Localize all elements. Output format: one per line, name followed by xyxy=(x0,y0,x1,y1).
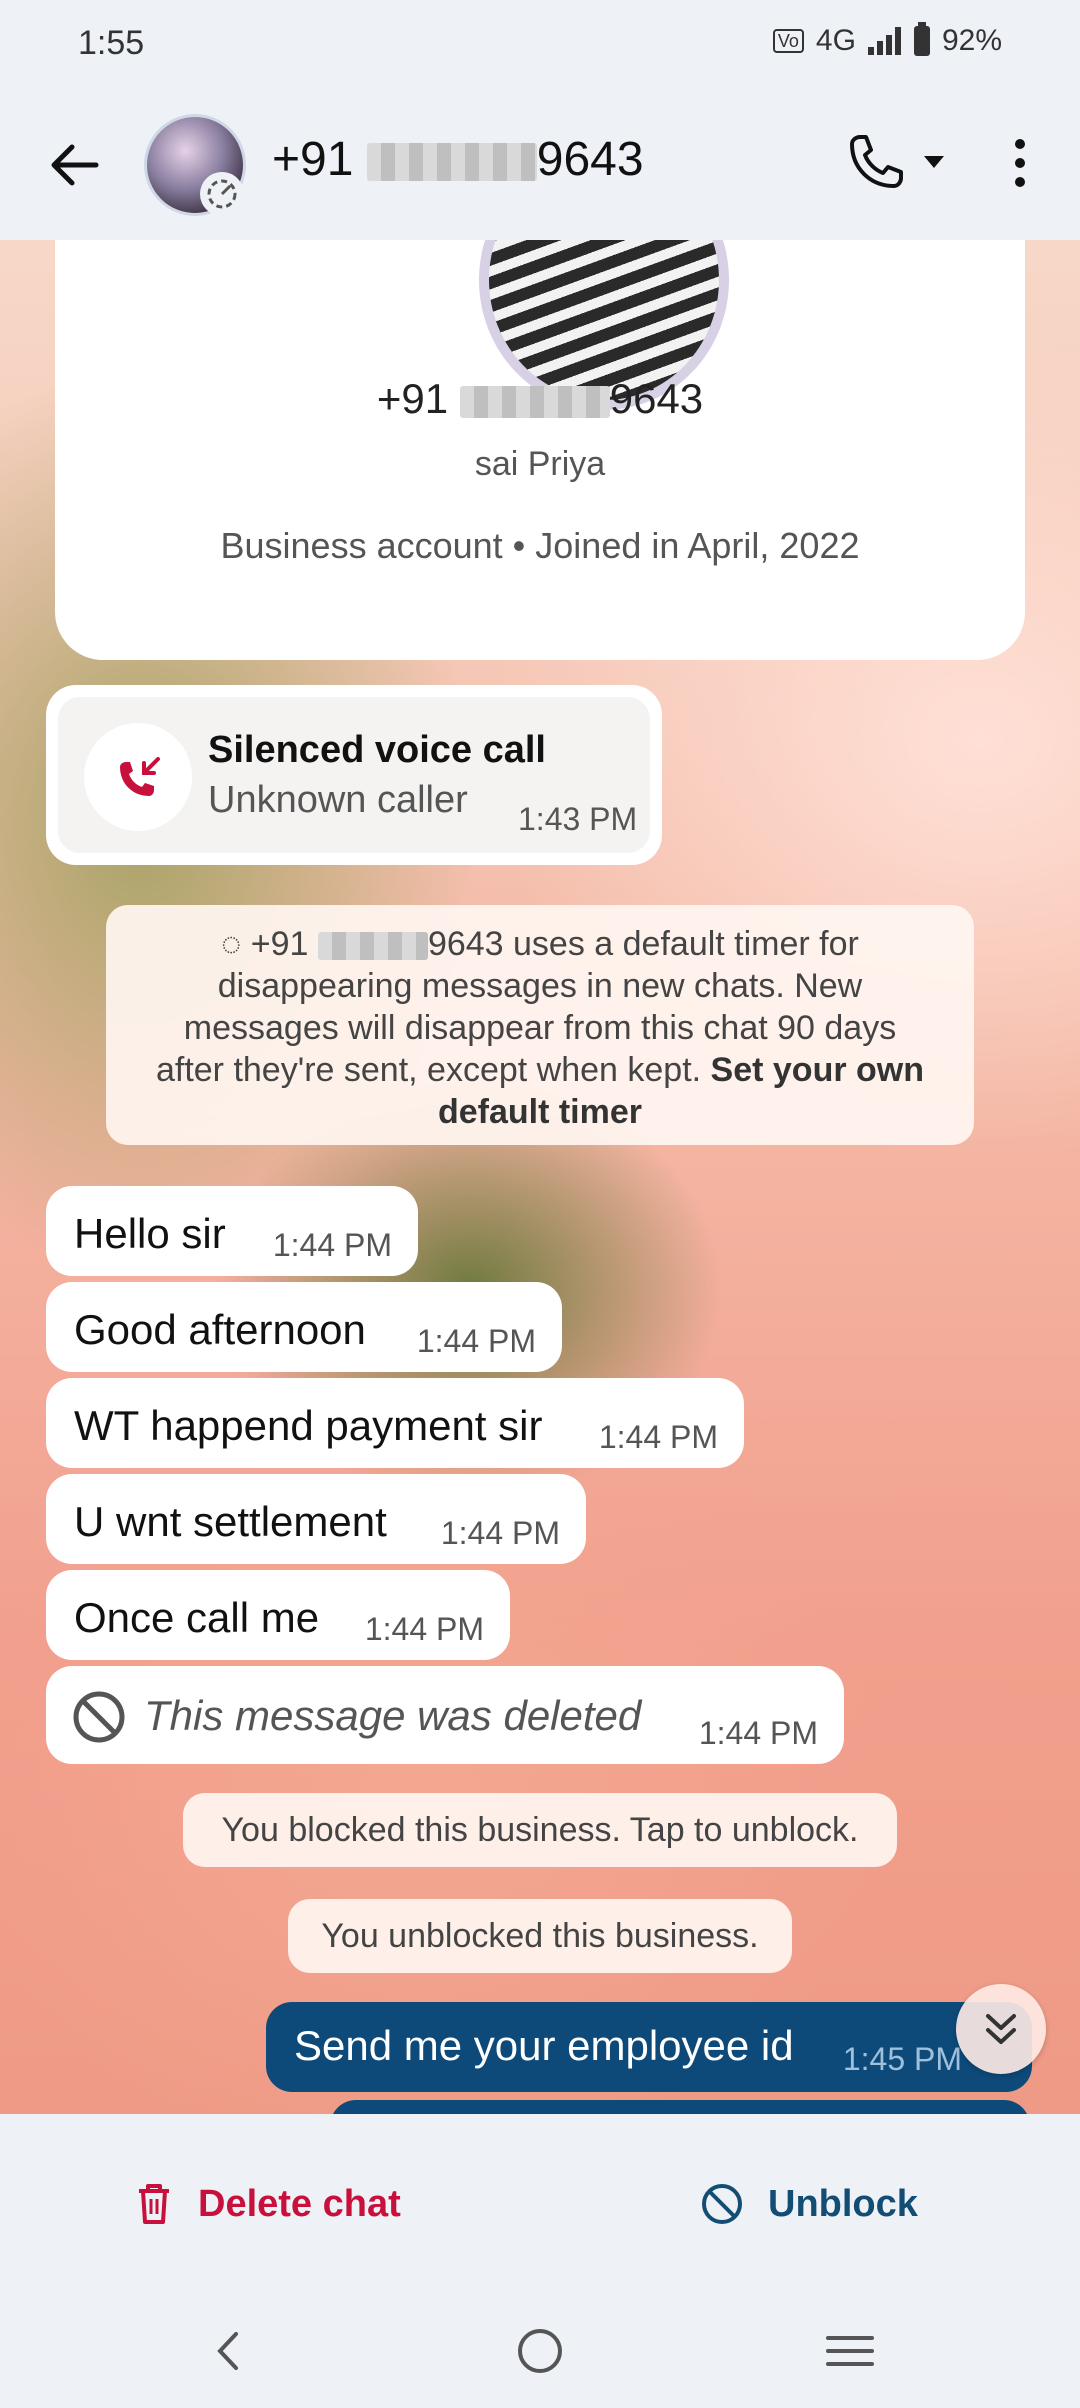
deleted-icon xyxy=(73,1691,125,1743)
outgoing-message[interactable]: Send me your employee id 1:45 PM xyxy=(266,2002,1032,2092)
profile-card: +91 9643 sai Priya Business account • Jo… xyxy=(55,240,1025,660)
title-country-code: +91 xyxy=(272,133,354,186)
call-log-subtitle: Unknown caller xyxy=(208,779,468,821)
profile-info: Business account • Joined in April, 2022 xyxy=(220,525,860,566)
message-time: 1:45 PM xyxy=(842,2041,962,2077)
more-options-button[interactable] xyxy=(1000,128,1040,198)
redacted-number xyxy=(366,143,537,182)
message-time: 1:44 PM xyxy=(598,1419,718,1455)
network-label: 4G xyxy=(815,24,856,57)
redacted-number xyxy=(317,932,428,961)
redacted-number xyxy=(459,385,610,418)
system-nav-bar xyxy=(0,2294,1080,2408)
battery-level: 92% xyxy=(941,24,1002,57)
status-time: 1:55 xyxy=(78,24,145,62)
message-text: This message was deleted xyxy=(144,1692,642,1739)
disappearing-timer-notice[interactable]: ◌ +91 9643 uses a default timer for disa… xyxy=(106,905,974,1145)
unblock-button[interactable]: Unblock xyxy=(700,2174,918,2234)
signal-icon xyxy=(867,27,902,55)
deleted-message-bubble[interactable]: This message was deleted 1:44 PM xyxy=(46,1666,844,1764)
blocked-notice[interactable]: You blocked this business. Tap to unbloc… xyxy=(183,1793,897,1867)
trash-icon xyxy=(139,2184,169,2224)
message-bubble[interactable]: Hello sir 1:44 PM xyxy=(46,1186,418,1276)
disappearing-timer-icon xyxy=(200,172,244,216)
message-time: 1:44 PM xyxy=(272,1227,392,1263)
nav-back-icon[interactable] xyxy=(204,2326,254,2376)
timer-small-icon: ◌ xyxy=(221,925,242,963)
call-log-time: 1:43 PM xyxy=(518,801,638,837)
outgoing-message-partial[interactable] xyxy=(330,2100,1030,2114)
message-bubble[interactable]: Once call me 1:44 PM xyxy=(46,1570,510,1660)
profile-phone-prefix: +91 xyxy=(376,375,449,422)
arrow-left-icon xyxy=(51,144,99,186)
chat-header: +91 9643 xyxy=(0,90,1080,240)
call-log-inner: Silenced voice call Unknown caller 1:43 … xyxy=(58,697,650,853)
battery-icon xyxy=(913,22,930,56)
message-time: 1:44 PM xyxy=(364,1611,484,1647)
notice-phone-prefix: +91 xyxy=(250,925,309,963)
message-text: WT happend payment sir xyxy=(74,1402,543,1449)
message-time: 1:44 PM xyxy=(698,1715,818,1751)
nav-home-icon[interactable] xyxy=(515,2326,565,2376)
unblocked-notice: You unblocked this business. xyxy=(288,1899,792,1973)
double-chevron-down-icon xyxy=(986,2014,1016,2044)
message-text: Good afternoon xyxy=(74,1306,366,1353)
delete-chat-button[interactable]: Delete chat xyxy=(136,2174,401,2234)
block-icon xyxy=(702,2184,742,2224)
scroll-to-bottom-button[interactable] xyxy=(956,1984,1046,2074)
more-vert-icon xyxy=(1015,139,1025,187)
status-bar: 1:55 Vo 4G 92% xyxy=(0,0,1080,90)
notice-phone-suffix: 9643 xyxy=(427,925,504,963)
status-icons: Vo 4G 92% xyxy=(772,22,1002,58)
profile-phone-suffix: 9643 xyxy=(609,375,704,422)
message-text: Hello sir xyxy=(74,1210,226,1257)
message-time: 1:44 PM xyxy=(440,1515,560,1551)
message-text: Once call me xyxy=(74,1594,320,1641)
contact-title[interactable]: +91 9643 xyxy=(272,132,644,187)
message-text: Send me your employee id xyxy=(294,2022,794,2069)
title-number-end: 9643 xyxy=(536,133,644,186)
volte-icon: Vo xyxy=(772,29,804,53)
voice-call-button[interactable] xyxy=(840,128,960,198)
message-bubble[interactable]: Good afternoon 1:44 PM xyxy=(46,1282,562,1372)
message-bubble[interactable]: WT happend payment sir 1:44 PM xyxy=(46,1378,744,1468)
profile-phone: +91 9643 xyxy=(55,375,1025,423)
phone-icon xyxy=(850,135,903,188)
message-text: U wnt settlement xyxy=(74,1498,387,1545)
blocked-chat-actions: Delete chat Unblock xyxy=(0,2114,1080,2294)
message-bubble[interactable]: U wnt settlement 1:44 PM xyxy=(46,1474,586,1564)
profile-name: sai Priya xyxy=(474,445,606,483)
chat-area[interactable]: +91 9643 sai Priya Business account • Jo… xyxy=(0,240,1080,2114)
back-button[interactable] xyxy=(40,130,110,200)
message-time: 1:44 PM xyxy=(416,1323,536,1359)
chevron-down-icon xyxy=(924,156,944,168)
unblock-label: Unblock xyxy=(768,2182,918,2225)
missed-call-icon xyxy=(84,723,192,831)
call-log-bubble[interactable]: Silenced voice call Unknown caller 1:43 … xyxy=(46,685,662,865)
call-log-title: Silenced voice call xyxy=(208,729,546,771)
delete-chat-label: Delete chat xyxy=(198,2182,401,2225)
nav-recents-icon[interactable] xyxy=(824,2326,876,2376)
